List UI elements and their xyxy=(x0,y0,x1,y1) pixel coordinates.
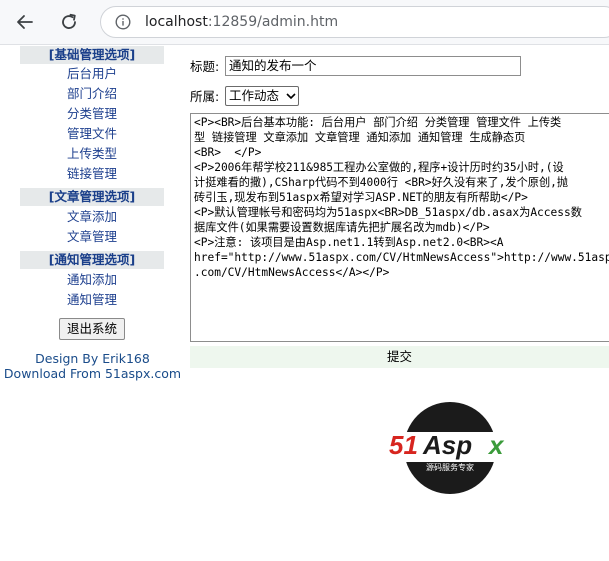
submit-button[interactable]: 提交 xyxy=(190,346,609,368)
url-text: localhost:12859/admin.htm xyxy=(145,14,339,30)
info-icon[interactable] xyxy=(115,14,131,30)
back-button[interactable] xyxy=(11,8,39,36)
menu-item-manage-articles[interactable]: 文章管理 xyxy=(20,229,164,245)
svg-text:51: 51 xyxy=(389,430,418,460)
reload-icon xyxy=(62,13,76,29)
browser-toolbar: localhost:12859/admin.htm xyxy=(0,0,609,45)
svg-text:源码服务专家: 源码服务专家 xyxy=(426,462,474,472)
chevron-down-icon xyxy=(284,87,298,105)
menu-item-file-manage[interactable]: 管理文件 xyxy=(20,126,164,142)
menu-item-upload-types[interactable]: 上传类型 xyxy=(20,146,164,162)
svg-text:x: x xyxy=(487,430,505,460)
menu-item-department-intro[interactable]: 部门介绍 xyxy=(20,86,164,102)
category-select[interactable]: 工作动态 xyxy=(225,86,299,106)
content-textarea[interactable]: <P><BR>后台基本功能: 后台用户 部门介绍 分类管理 管理文件 上传类 型… xyxy=(190,113,609,342)
logout-button[interactable]: 退出系统 xyxy=(59,318,125,340)
category-label: 所属: xyxy=(190,89,220,104)
svg-text:Asp: Asp xyxy=(422,430,472,460)
site-logo: 51 Asp x 源码服务专家 xyxy=(385,402,515,494)
menu-item-add-notice[interactable]: 通知添加 xyxy=(20,272,164,288)
title-input[interactable]: 通知的发布一个 xyxy=(225,56,521,76)
arrow-left-icon xyxy=(17,15,33,29)
reload-button[interactable] xyxy=(55,8,83,36)
title-label: 标题: xyxy=(190,59,220,74)
menu-header-articles: [文章管理选项] xyxy=(20,188,164,206)
menu-item-manage-notices[interactable]: 通知管理 xyxy=(20,292,164,308)
sidebar-menu: [基础管理选项] 后台用户 部门介绍 分类管理 管理文件 上传类型 链接管理 [… xyxy=(0,45,185,385)
menu-item-backend-users[interactable]: 后台用户 xyxy=(20,66,164,82)
menu-item-category-manage[interactable]: 分类管理 xyxy=(20,106,164,122)
menu-item-link-manage[interactable]: 链接管理 xyxy=(20,166,164,182)
menu-header-notices: [通知管理选项] xyxy=(20,251,164,269)
menu-item-add-article[interactable]: 文章添加 xyxy=(20,209,164,225)
category-select-value: 工作动态 xyxy=(229,88,280,103)
menu-header-basic: [基础管理选项] xyxy=(20,46,164,64)
credit-design: Design By Erik168 xyxy=(35,351,150,366)
address-bar[interactable]: localhost:12859/admin.htm xyxy=(100,6,609,38)
credit-download: Download From 51aspx.com xyxy=(3,366,182,381)
